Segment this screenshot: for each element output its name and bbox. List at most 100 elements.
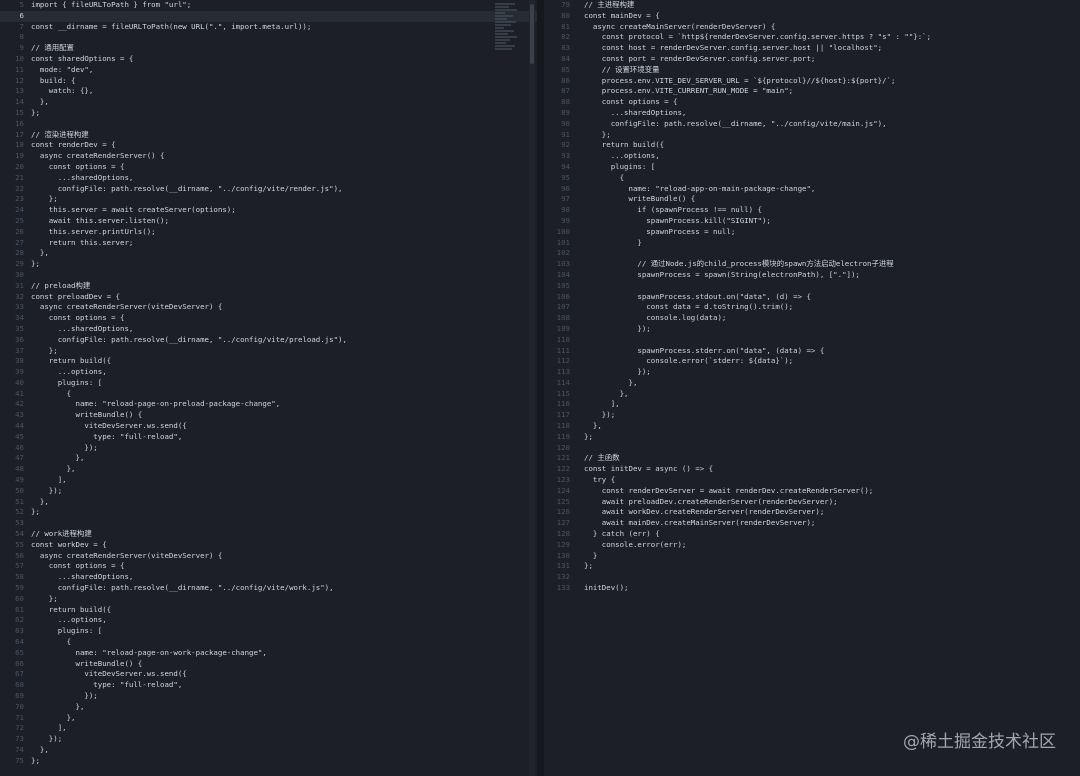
code-line[interactable]: 131}; (544, 561, 1080, 572)
code-line[interactable]: 37 }; (0, 346, 537, 357)
code-line[interactable]: 89 ...sharedOptions, (544, 108, 1080, 119)
code-line[interactable]: 38 return build({ (0, 356, 537, 367)
code-line[interactable]: 112 console.error(`stderr: ${data}`); (544, 356, 1080, 367)
code-line[interactable]: 82 const protocol = `http${renderDevServ… (544, 32, 1080, 43)
code-line[interactable]: 18 const renderDev = { (0, 140, 537, 151)
vertical-scrollbar[interactable] (529, 0, 535, 776)
code-line[interactable]: 113 }); (544, 367, 1080, 378)
code-line[interactable]: 130 } (544, 551, 1080, 562)
code-line[interactable]: 10 const sharedOptions = { (0, 54, 537, 65)
code-line[interactable]: 90 configFile: path.resolve(__dirname, "… (544, 119, 1080, 130)
code-line[interactable]: 118 }, (544, 421, 1080, 432)
code-line[interactable]: 94 plugins: [ (544, 162, 1080, 173)
code-line[interactable]: 52}; (0, 507, 537, 518)
code-line[interactable]: 7 const __dirname = fileURLToPath(new URL… (0, 22, 537, 33)
code-line[interactable]: 54 // work进程构建 (0, 529, 537, 540)
code-line[interactable]: 17 // 渲染进程构建 (0, 130, 537, 141)
code-line[interactable]: 46 }); (0, 443, 537, 454)
code-line[interactable]: 98 if (spawnProcess !== null) { (544, 205, 1080, 216)
code-line[interactable]: 23 }; (0, 194, 537, 205)
code-line[interactable]: 67 viteDevServer.ws.send({ (0, 669, 537, 680)
code-line[interactable]: 115 }, (544, 389, 1080, 400)
code-line[interactable]: 5 import { fileURLToPath } from "url"; (0, 0, 537, 11)
code-line[interactable]: 124 const renderDevServer = await render… (544, 486, 1080, 497)
code-line[interactable]: 127 await mainDev.createMainServer(rende… (544, 518, 1080, 529)
code-line[interactable]: 59 configFile: path.resolve(__dirname, "… (0, 583, 537, 594)
code-line[interactable]: 71 }, (0, 713, 537, 724)
code-line[interactable]: 96 name: "reload-app-on-main-package-cha… (544, 184, 1080, 195)
code-line[interactable]: 117 }); (544, 410, 1080, 421)
code-line[interactable]: 128 } catch (err) { (544, 529, 1080, 540)
code-line[interactable]: 32 const preloadDev = { (0, 292, 537, 303)
code-line[interactable]: 12 build: { (0, 76, 537, 87)
code-line[interactable]: 41 { (0, 389, 537, 400)
code-line[interactable]: 88 const options = { (544, 97, 1080, 108)
code-line[interactable]: 20 const options = { (0, 162, 537, 173)
code-line[interactable]: 84 const port = renderDevServer.config.s… (544, 54, 1080, 65)
code-line[interactable]: 97 writeBundle() { (544, 194, 1080, 205)
code-line[interactable]: 129 console.error(err); (544, 540, 1080, 551)
code-line[interactable]: 104 spawnProcess = spawn(String(electron… (544, 270, 1080, 281)
code-line[interactable]: 83 const host = renderDevServer.config.s… (544, 43, 1080, 54)
code-line[interactable]: 107 const data = d.toString().trim(); (544, 302, 1080, 313)
code-line[interactable]: 133 initDev(); (544, 583, 1080, 594)
code-line[interactable]: 95 { (544, 173, 1080, 184)
code-line[interactable]: 69 }); (0, 691, 537, 702)
code-line[interactable]: 108 console.log(data); (544, 313, 1080, 324)
code-line[interactable]: 42 name: "reload-page-on-preload-package… (0, 399, 537, 410)
code-line[interactable]: 57 const options = { (0, 561, 537, 572)
code-line[interactable]: 73 }); (0, 734, 537, 745)
code-line[interactable]: 49 ], (0, 475, 537, 486)
code-line[interactable]: 43 writeBundle() { (0, 410, 537, 421)
code-line[interactable]: 58 ...sharedOptions, (0, 572, 537, 583)
code-line[interactable]: 126 await workDev.createRenderServer(ren… (544, 507, 1080, 518)
code-line[interactable]: 29}; (0, 259, 537, 270)
code-line[interactable]: 103 // 通过Node.js的child_process模块的spawn方法… (544, 259, 1080, 270)
code-line[interactable]: 39 ...options, (0, 367, 537, 378)
code-line[interactable]: 15}; (0, 108, 537, 119)
code-line[interactable]: 72 ], (0, 723, 537, 734)
code-line[interactable]: 125 await preloadDev.createRenderServer(… (544, 497, 1080, 508)
code-line[interactable]: 25 await this.server.listen(); (0, 216, 537, 227)
code-line[interactable]: 36 configFile: path.resolve(__dirname, "… (0, 335, 537, 346)
code-line[interactable]: 101 } (544, 238, 1080, 249)
code-line[interactable]: 56 async createRenderServer(viteDevServe… (0, 551, 537, 562)
code-line[interactable]: 27 return this.server; (0, 238, 537, 249)
editor-pane-left[interactable]: 5 import { fileURLToPath } from "url"; 6 7 c… (0, 0, 537, 776)
code-line[interactable]: 114 }, (544, 378, 1080, 389)
code-line[interactable]: 74 }, (0, 745, 537, 756)
code-line[interactable]: 106 spawnProcess.stdout.on("data", (d) =… (544, 292, 1080, 303)
code-line[interactable]: 19 async createRenderServer() { (0, 151, 537, 162)
code-line[interactable]: 16 (0, 119, 537, 130)
code-line[interactable]: 34 const options = { (0, 313, 537, 324)
minimap[interactable] (495, 2, 519, 82)
code-line[interactable]: 68 type: "full-reload", (0, 680, 537, 691)
code-line[interactable]: 22 configFile: path.resolve(__dirname, "… (0, 184, 537, 195)
code-line[interactable]: 91 }; (544, 130, 1080, 141)
code-line[interactable]: 30 (0, 270, 537, 281)
code-line[interactable]: 99 spawnProcess.kill("SIGINT"); (544, 216, 1080, 227)
code-line[interactable]: 100 spawnProcess = null; (544, 227, 1080, 238)
code-line[interactable]: 116 ], (544, 399, 1080, 410)
code-line[interactable]: 45 type: "full-reload", (0, 432, 537, 443)
code-line[interactable]: 75}; (0, 756, 537, 767)
code-line[interactable]: 65 name: "reload-page-on-work-package-ch… (0, 648, 537, 659)
code-line[interactable]: 11 mode: "dev", (0, 65, 537, 76)
code-line[interactable]: 8 (0, 32, 537, 43)
code-line[interactable]: 50 }); (0, 486, 537, 497)
code-line[interactable]: 61 return build({ (0, 605, 537, 616)
code-line[interactable]: 79 // 主进程构建 (544, 0, 1080, 11)
code-line[interactable]: 14 }, (0, 97, 537, 108)
code-line[interactable]: 47 }, (0, 453, 537, 464)
code-line[interactable]: 110 (544, 335, 1080, 346)
scrollbar-thumb[interactable] (530, 4, 534, 64)
code-line[interactable]: 6 (0, 10, 537, 22)
code-line[interactable]: 53 (0, 518, 537, 529)
pane-divider[interactable] (537, 0, 544, 776)
code-lines[interactable]: 5 import { fileURLToPath } from "url"; 6 7 c… (0, 0, 537, 767)
code-line[interactable]: 24 this.server = await createServer(opti… (0, 205, 537, 216)
code-line[interactable]: 119}; (544, 432, 1080, 443)
code-line[interactable]: 109 }); (544, 324, 1080, 335)
code-line[interactable]: 31 // preload构建 (0, 281, 537, 292)
code-line[interactable]: 86 process.env.VITE_DEV_SERVER_URL = `${… (544, 76, 1080, 87)
